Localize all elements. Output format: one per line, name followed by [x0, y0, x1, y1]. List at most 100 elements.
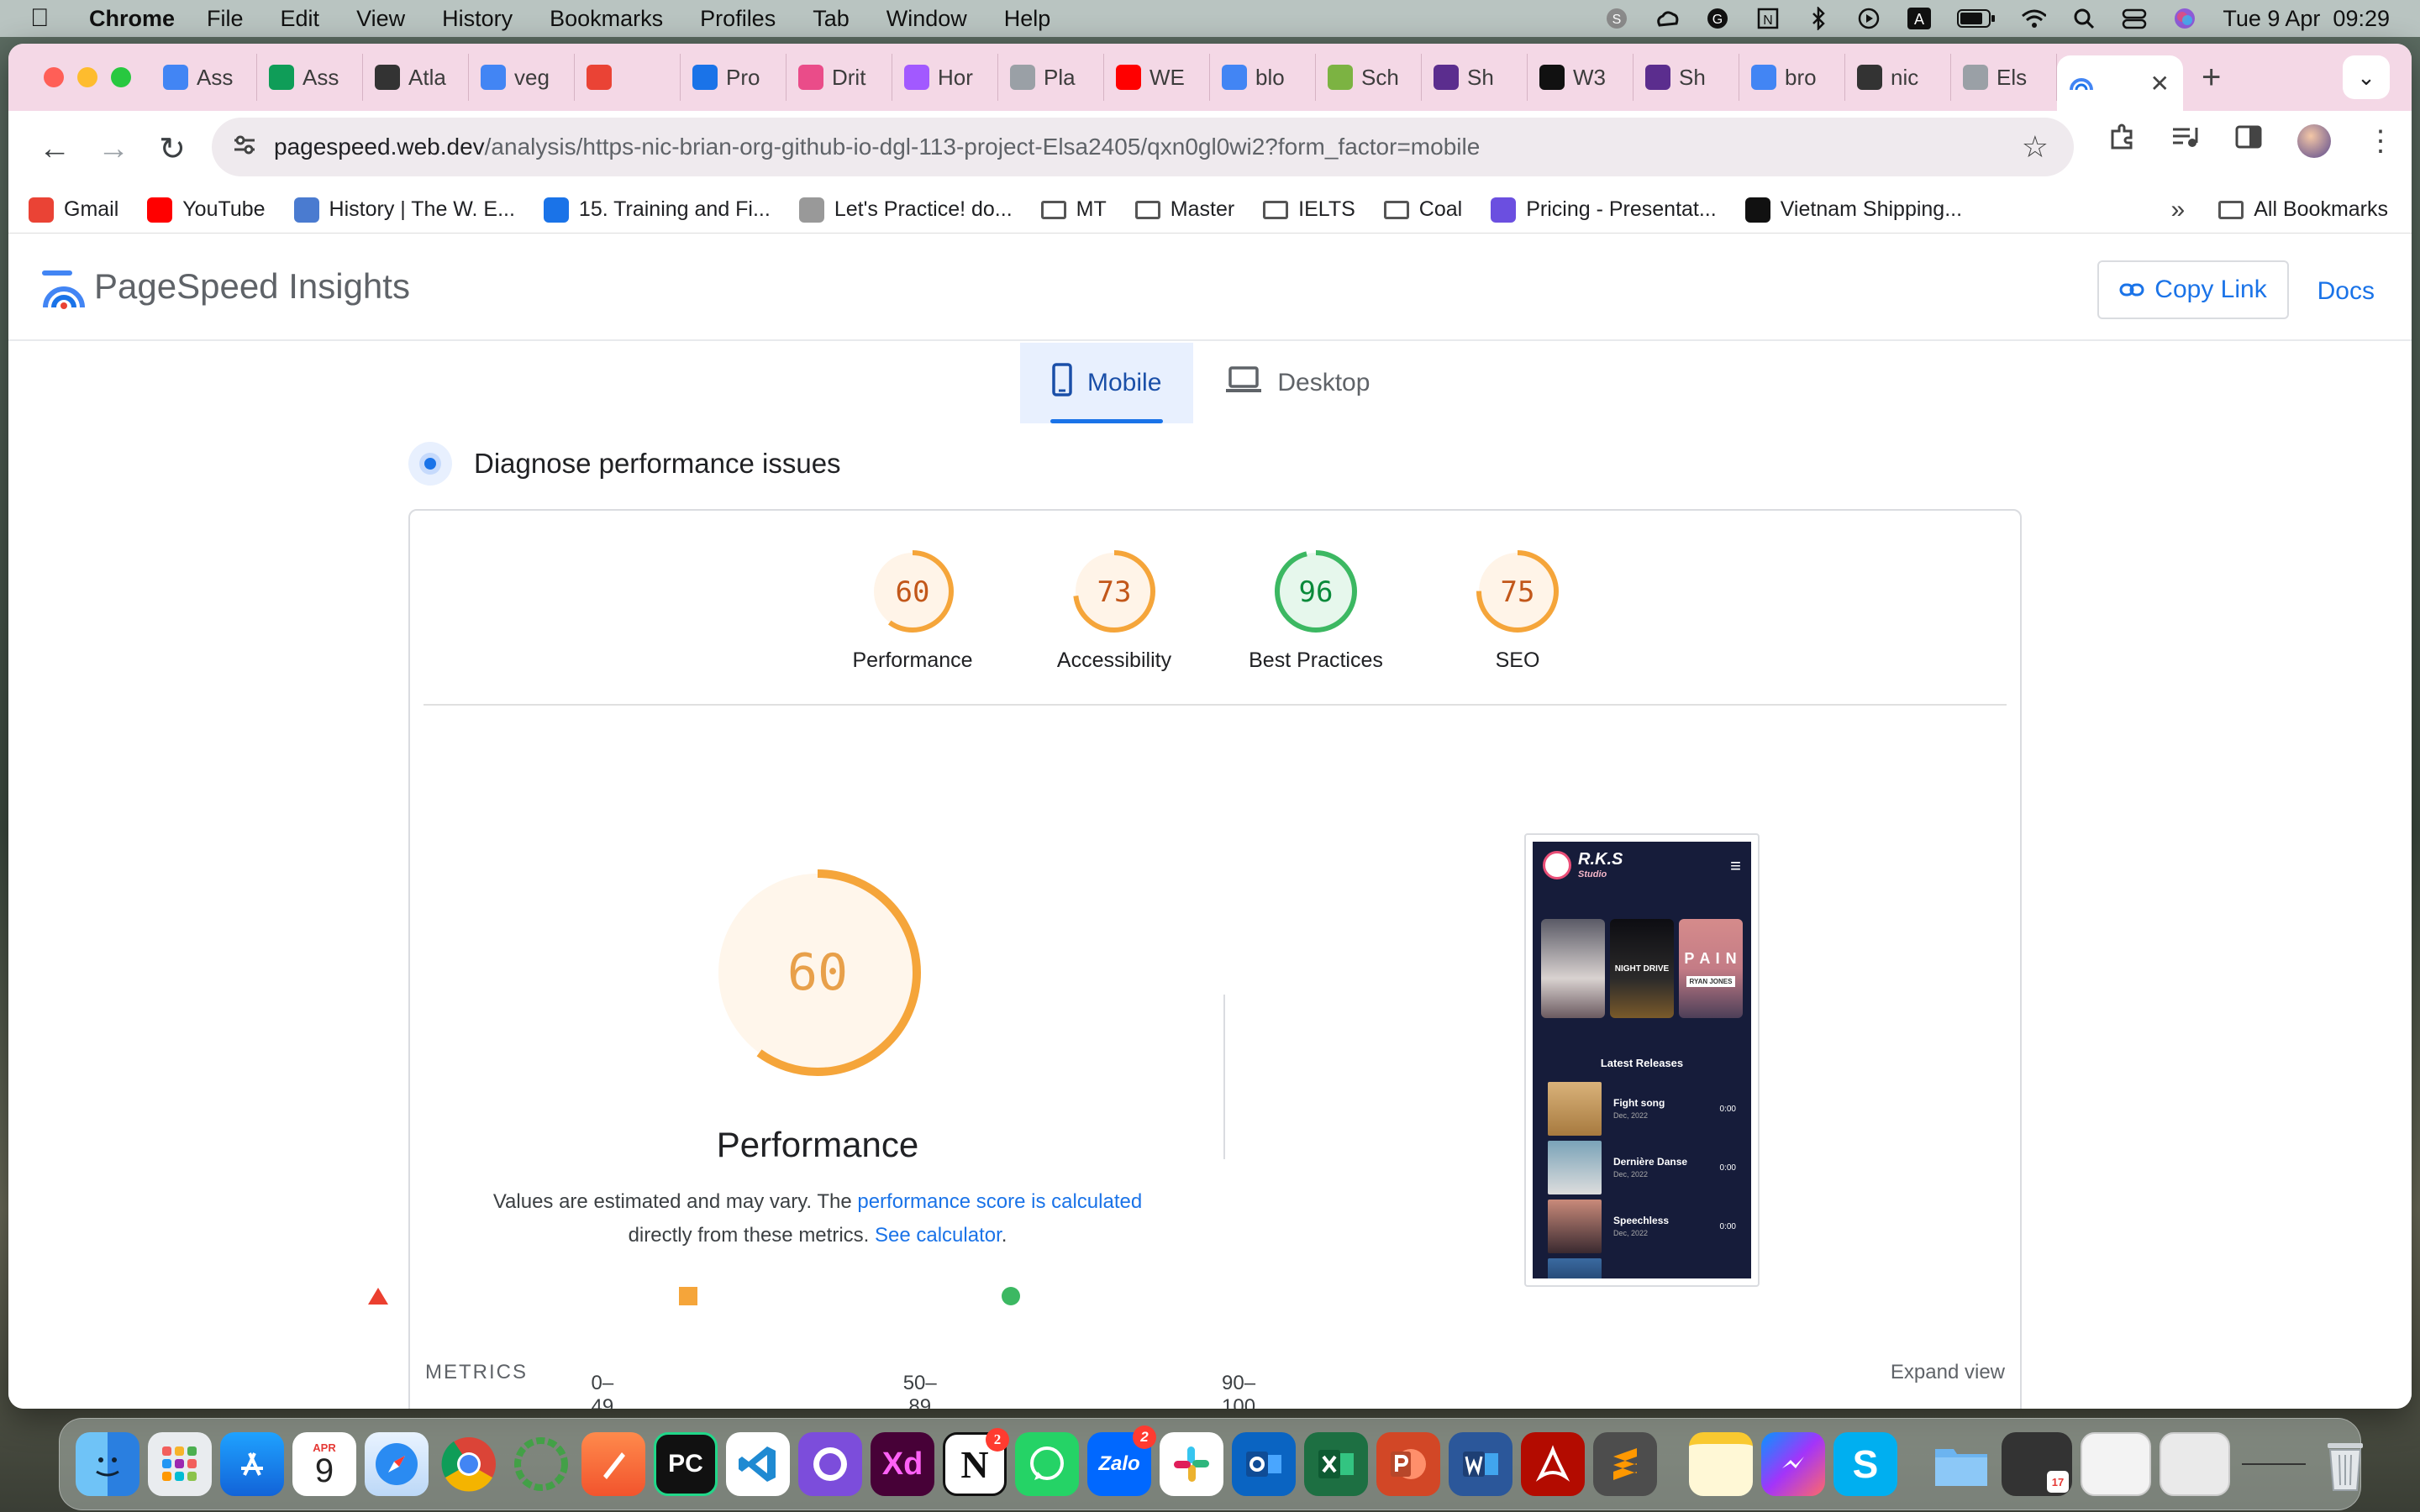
siri-icon[interactable] [2172, 6, 2197, 31]
browser-tab[interactable] [575, 54, 681, 101]
side-panel-icon[interactable] [2235, 124, 2262, 157]
browser-tab[interactable]: WE [1104, 54, 1210, 101]
apple-menu-icon[interactable]:  [30, 4, 64, 33]
more-bookmarks-icon[interactable]: » [2171, 196, 2186, 224]
back-button[interactable]: ← [25, 131, 84, 167]
window-preview-2[interactable] [2081, 1432, 2151, 1496]
creative-cloud-icon[interactable] [1655, 6, 1680, 31]
bookmark-item[interactable]: IELTS [1263, 197, 1355, 222]
bookmark-item[interactable]: YouTube [147, 197, 266, 223]
calendar-icon[interactable]: APR 9 [292, 1432, 356, 1496]
media-control-icon[interactable] [2171, 124, 2200, 157]
browser-tab[interactable]: bro [1739, 54, 1845, 101]
browser-tab[interactable]: Sh [1634, 54, 1739, 101]
tab-search-button[interactable]: ⌄ [2343, 55, 2390, 99]
all-bookmarks-button[interactable]: All Bookmarks [2218, 197, 2388, 222]
docs-link[interactable]: Docs [2317, 277, 2375, 306]
notion-icon[interactable]: N [1755, 6, 1781, 31]
score-gauge[interactable]: 96 Best Practices [1215, 548, 1417, 673]
zoom-window-button[interactable] [111, 67, 131, 87]
browser-tab[interactable]: Sh [1422, 54, 1528, 101]
skype-app-icon[interactable]: S [1833, 1432, 1897, 1496]
chrome-menu-icon[interactable]: ⋮ [2366, 124, 2395, 158]
play-icon[interactable] [1856, 6, 1881, 31]
browser-tab[interactable]: Sch [1316, 54, 1422, 101]
trash-icon[interactable] [2313, 1432, 2377, 1496]
minimize-window-button[interactable] [77, 67, 97, 87]
psi-title[interactable]: PageSpeed Insights [94, 266, 410, 307]
bookmark-star-icon[interactable]: ☆ [2022, 129, 2049, 165]
address-bar[interactable]: pagespeed.web.dev/analysis/https-nic-bri… [212, 118, 2074, 176]
close-window-button[interactable] [44, 67, 64, 87]
menu-profiles[interactable]: Profiles [700, 6, 776, 32]
browser-tab[interactable]: Els [1951, 54, 2057, 101]
notes-icon[interactable] [1689, 1432, 1753, 1496]
acrobat-icon[interactable] [1521, 1432, 1585, 1496]
loading-icon[interactable] [509, 1432, 573, 1496]
bookmark-item[interactable]: Pricing - Presentat... [1491, 197, 1717, 223]
whatsapp-icon[interactable] [1015, 1432, 1079, 1496]
browser-tab[interactable]: nic [1845, 54, 1951, 101]
word-icon[interactable] [1449, 1432, 1512, 1496]
skype-icon[interactable]: S [1604, 6, 1629, 31]
menu-view[interactable]: View [356, 6, 405, 32]
score-gauge[interactable]: 73 Accessibility [1013, 548, 1215, 673]
reload-button[interactable]: ↻ [143, 130, 202, 168]
pagespeed-logo-icon[interactable] [40, 264, 86, 309]
bookmark-item[interactable]: Master [1134, 197, 1234, 222]
menu-app-name[interactable]: Chrome [89, 6, 175, 32]
vectornator-icon[interactable] [581, 1432, 645, 1496]
score-calculated-link[interactable]: performance score is calculated [857, 1190, 1142, 1213]
adobe-xd-icon[interactable]: Xd [871, 1432, 934, 1496]
browser-tab[interactable]: Ass [151, 54, 257, 101]
pycharm-icon[interactable]: PC [654, 1432, 718, 1496]
tab-desktop[interactable]: Desktop [1193, 343, 1402, 423]
slack-icon[interactable] [1160, 1432, 1223, 1496]
launchpad-icon[interactable] [148, 1432, 212, 1496]
profile-avatar[interactable] [2297, 123, 2331, 158]
bluetooth-icon[interactable] [1806, 6, 1831, 31]
github-desktop-icon[interactable] [798, 1432, 862, 1496]
sublime-icon[interactable] [1593, 1432, 1657, 1496]
safari-icon[interactable] [365, 1432, 429, 1496]
bookmark-item[interactable]: MT [1040, 197, 1107, 222]
bookmark-item[interactable]: History | The W. E... [293, 197, 515, 223]
see-calculator-link[interactable]: See calculator [875, 1224, 1002, 1247]
menu-tab[interactable]: Tab [813, 6, 850, 32]
browser-tab[interactable]: veg [469, 54, 575, 101]
outlook-icon[interactable] [1232, 1432, 1296, 1496]
new-tab-button[interactable]: + [2202, 59, 2221, 97]
bookmark-item[interactable]: Let's Practice! do... [798, 197, 1013, 223]
browser-tab[interactable]: Ass [257, 54, 363, 101]
score-gauge[interactable]: 60 Performance [812, 548, 1013, 673]
bookmark-item[interactable]: Vietnam Shipping... [1744, 197, 1962, 223]
menu-history[interactable]: History [442, 6, 513, 32]
notion-app-icon[interactable]: N2 [943, 1428, 1009, 1496]
browser-tab[interactable]: Hor [892, 54, 998, 101]
bookmark-item[interactable]: Coal [1383, 197, 1462, 222]
bookmark-item[interactable]: Gmail [29, 197, 118, 223]
site-settings-icon[interactable] [232, 133, 257, 162]
folder-stack-icon[interactable] [1929, 1432, 1993, 1496]
battery-icon[interactable] [1957, 6, 1996, 31]
score-gauge[interactable]: 75 SEO [1417, 548, 1618, 673]
copy-link-button[interactable]: Copy Link [2097, 260, 2289, 319]
menu-file[interactable]: File [207, 6, 244, 32]
forward-button[interactable]: → [84, 131, 143, 167]
tab-mobile[interactable]: Mobile [1020, 343, 1194, 423]
browser-tab[interactable]: blo [1210, 54, 1316, 101]
close-tab-icon[interactable]: ✕ [2150, 70, 2170, 97]
app-store-icon[interactable] [220, 1432, 284, 1496]
browser-tab[interactable]: Drit [786, 54, 892, 101]
browser-tab[interactable]: Pro [681, 54, 786, 101]
chrome-icon[interactable] [437, 1432, 501, 1496]
active-tab-pagespeed[interactable]: ✕ [2057, 55, 2183, 111]
extensions-icon[interactable] [2107, 123, 2136, 159]
wifi-icon[interactable] [2021, 6, 2047, 31]
zalo-icon[interactable]: Zalo 2 [1087, 1425, 1156, 1496]
window-preview-4[interactable] [2238, 1432, 2309, 1496]
control-center-icon[interactable] [2122, 6, 2147, 31]
keyboard-a-icon[interactable]: A [1907, 6, 1932, 31]
powerpoint-icon[interactable] [1376, 1432, 1440, 1496]
menu-bookmarks[interactable]: Bookmarks [550, 6, 663, 32]
